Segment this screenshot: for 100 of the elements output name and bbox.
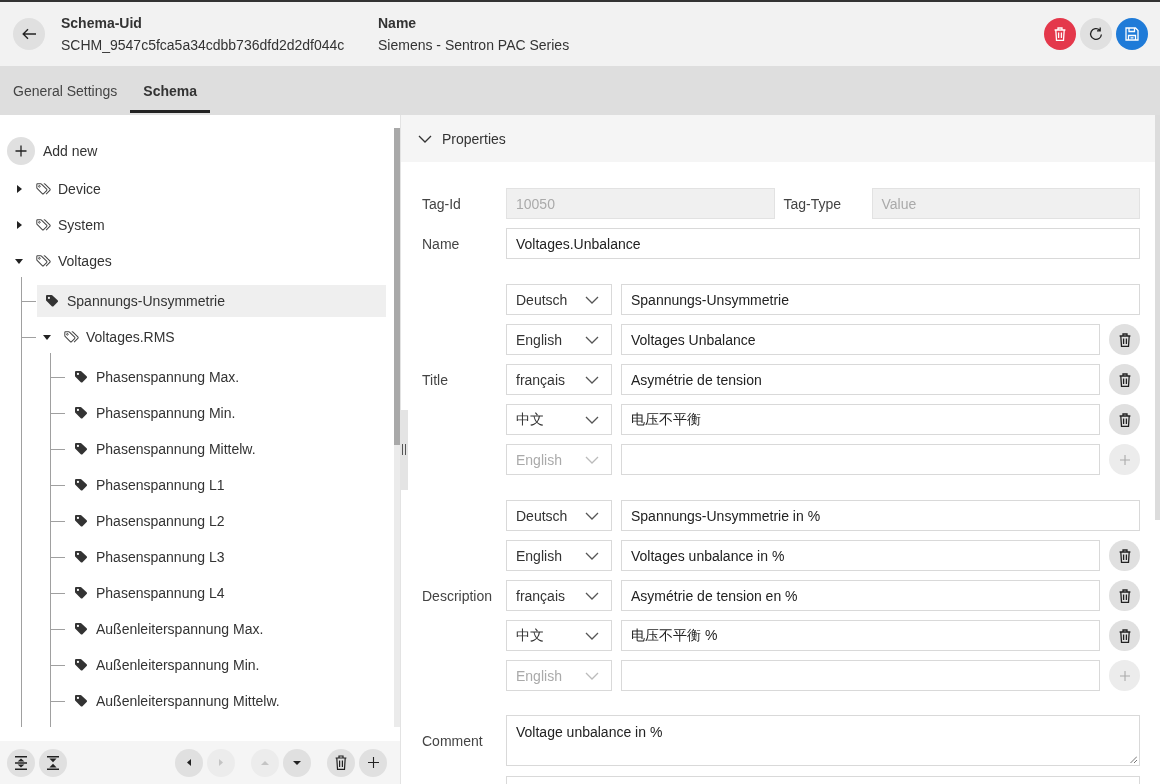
caret-down-icon[interactable] — [43, 334, 51, 340]
tag-icon — [75, 587, 87, 599]
delete-button[interactable] — [1109, 404, 1140, 435]
trash-icon — [335, 755, 347, 770]
delete-button[interactable] — [327, 748, 355, 777]
tree-item[interactable]: Device — [0, 173, 386, 205]
text-field[interactable]: Spannungs-Unsymmetrie in % — [621, 500, 1140, 531]
tag-icon — [75, 695, 87, 707]
text-field[interactable] — [621, 444, 1100, 475]
text-field[interactable]: Asymétrie de tension — [621, 364, 1100, 395]
collapse-all-icon — [47, 755, 59, 770]
delete-button[interactable] — [1109, 620, 1140, 651]
field-value: Siemens - Sentron PAC Series — [378, 36, 570, 55]
caret-right-icon[interactable] — [16, 221, 22, 229]
collapse-all-button[interactable] — [39, 748, 67, 777]
caret-right-icon[interactable] — [16, 185, 22, 193]
caret-right-icon — [219, 759, 223, 766]
language-select[interactable]: français — [506, 580, 612, 611]
text-field[interactable]: Asymétrie de tension en % — [621, 580, 1100, 611]
caret-left-icon — [187, 759, 191, 766]
back-arrow-icon — [22, 28, 36, 40]
tree-item[interactable]: System — [0, 209, 386, 241]
chevron-down-icon — [585, 511, 599, 520]
field-label: Description — [422, 587, 494, 604]
trash-icon — [1118, 332, 1131, 347]
field-label: Tag-Type — [783, 195, 843, 212]
text-field[interactable]: Voltages unbalance in % — [621, 540, 1100, 571]
text-field[interactable]: Voltages Unbalance — [621, 324, 1100, 355]
field-label: Tag-Id — [422, 195, 462, 212]
trash-icon — [1118, 628, 1131, 643]
chevron-down-icon — [585, 375, 599, 384]
scrollbar-thumb[interactable] — [1155, 115, 1160, 520]
chevron-down-icon — [585, 455, 599, 464]
reload-icon — [1089, 27, 1103, 41]
text-field[interactable] — [621, 660, 1100, 691]
text-field[interactable]: 电压不平衡 — [621, 404, 1100, 435]
delete-button[interactable] — [1109, 580, 1140, 611]
tree-item[interactable]: Voltages — [0, 245, 386, 277]
text-field[interactable]: Spannungs-Unsymmetrie — [621, 284, 1140, 315]
chevron-down-icon — [585, 631, 599, 640]
expand-all-button[interactable] — [7, 748, 35, 777]
caret-down-icon — [293, 760, 301, 765]
caret-up-icon — [261, 760, 269, 765]
tag-icon — [75, 623, 87, 635]
language-select[interactable]: 中文 — [506, 620, 612, 651]
tags-outline-icon — [36, 254, 51, 268]
text-field[interactable]: Voltages.Unbalance — [506, 228, 1140, 259]
chevron-down-icon — [585, 335, 599, 344]
plus-icon — [367, 757, 379, 768]
comment-textarea[interactable]: Voltage unbalance in % — [506, 715, 1140, 766]
trash-icon — [1118, 412, 1131, 427]
delete-button[interactable] — [1109, 540, 1140, 571]
splitter-handle[interactable] — [400, 410, 408, 490]
text-field[interactable]: 电压不平衡 % — [621, 620, 1100, 651]
scrollbar-thumb[interactable] — [394, 128, 400, 445]
delete-button[interactable] — [1109, 324, 1140, 355]
trash-icon — [1118, 588, 1131, 603]
tag-icon — [75, 479, 87, 491]
reload-button[interactable] — [1080, 18, 1112, 50]
tag-icon — [75, 659, 87, 671]
trash-icon — [1118, 372, 1131, 387]
resize-grip-icon[interactable] — [1129, 755, 1137, 763]
field-label: Name — [422, 235, 461, 252]
tab[interactable]: Schema — [130, 66, 210, 115]
trash-icon — [1054, 27, 1066, 41]
expand-all-icon — [15, 755, 27, 770]
back-button[interactable] — [13, 18, 45, 50]
trash-icon — [1118, 548, 1131, 563]
language-select[interactable]: English — [506, 324, 612, 355]
field-label: Name — [378, 14, 417, 33]
chevron-down-icon — [585, 415, 599, 424]
caret-down-icon[interactable] — [15, 258, 23, 264]
add-button[interactable] — [359, 748, 387, 777]
language-select[interactable]: English — [506, 540, 612, 571]
tag-icon — [75, 515, 87, 527]
tag-icon — [75, 443, 87, 455]
tab[interactable]: General Settings — [0, 66, 131, 115]
move-down-button[interactable] — [283, 748, 311, 777]
scrollbar[interactable] — [394, 128, 400, 727]
language-select[interactable]: 中文 — [506, 404, 612, 435]
save-button[interactable] — [1116, 18, 1148, 50]
input-field[interactable] — [506, 776, 1140, 784]
chevron-down-icon — [585, 551, 599, 560]
tag-icon — [75, 371, 87, 383]
tags-outline-icon — [36, 182, 51, 196]
tag-icon — [75, 407, 87, 419]
add-new-button[interactable]: Add new — [0, 137, 98, 165]
chevron-down-icon — [585, 591, 599, 600]
field-label: Comment — [422, 732, 484, 749]
language-select[interactable]: Deutsch — [506, 284, 612, 315]
language-select[interactable]: français — [506, 364, 612, 395]
plus-icon — [1119, 670, 1130, 681]
language-select[interactable]: Deutsch — [506, 500, 612, 531]
section-header[interactable]: Properties — [401, 115, 1155, 162]
tag-icon — [75, 551, 87, 563]
tag-icon — [46, 295, 58, 307]
field-value: SCHM_9547c5fca5a34cdbb736dfd2d2df044c — [61, 36, 345, 55]
chevron-down-icon — [585, 295, 599, 304]
plus-icon — [1119, 454, 1130, 465]
delete-button[interactable] — [1109, 364, 1140, 395]
